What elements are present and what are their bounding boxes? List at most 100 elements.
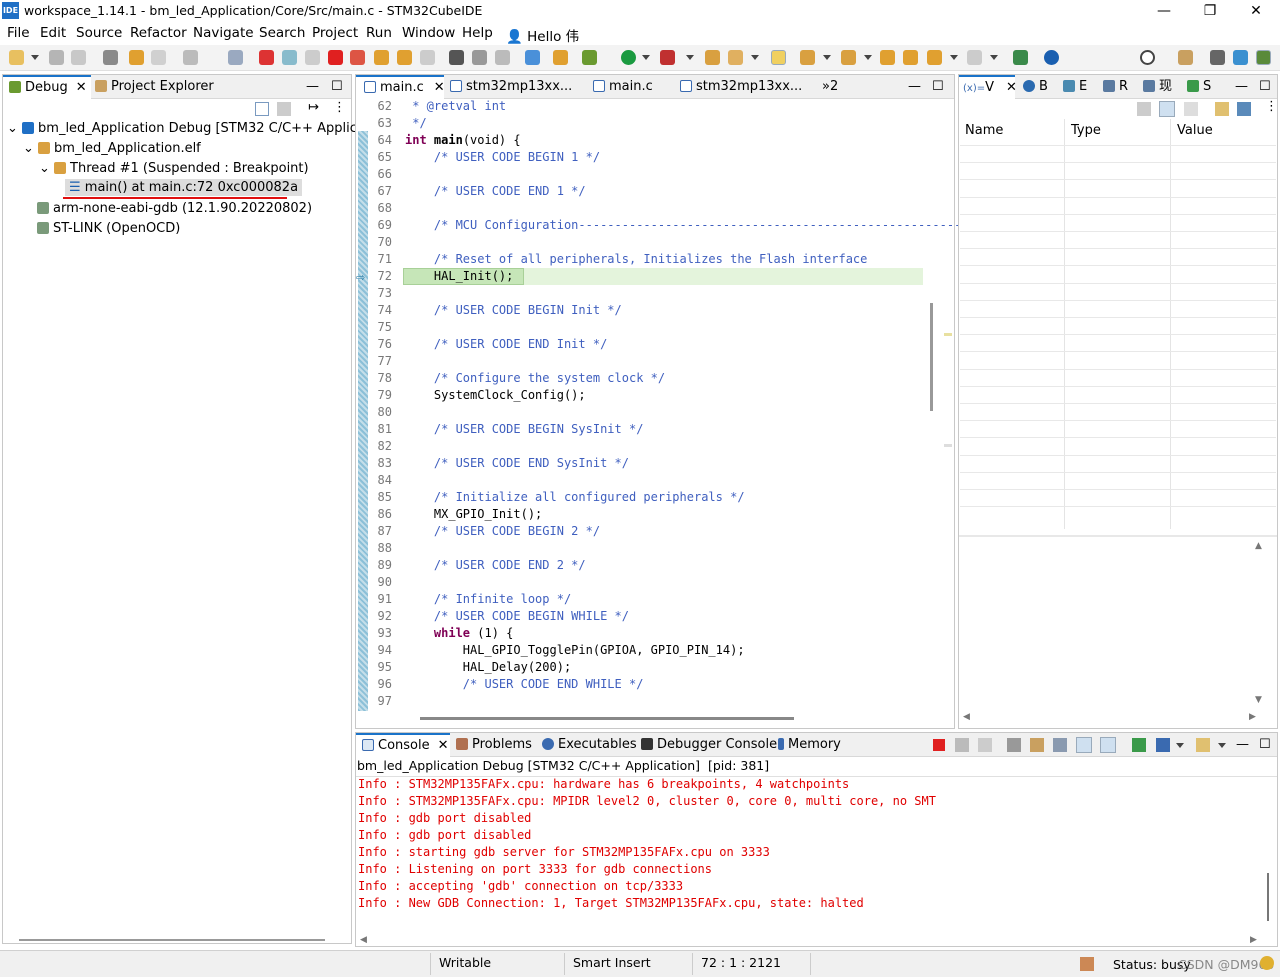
next-annotation-dropdown-icon[interactable]: [823, 55, 831, 60]
back-icon[interactable]: [927, 50, 942, 65]
clear-console-icon[interactable]: [1007, 738, 1021, 752]
search-icon[interactable]: [1140, 50, 1155, 65]
display-console-icon[interactable]: [1156, 738, 1170, 752]
skip-breakpoints-icon[interactable]: [228, 50, 243, 65]
reset-icon[interactable]: [183, 50, 198, 65]
code-line[interactable]: /* USER CODE END Init */: [405, 337, 607, 351]
code-line[interactable]: /* USER CODE END 1 */: [405, 184, 586, 198]
maximize-view-button[interactable]: ☐: [1259, 733, 1271, 757]
column-value[interactable]: Value: [1177, 123, 1213, 138]
menu-file[interactable]: File: [7, 25, 30, 41]
tab-main-c[interactable]: main.c ✕: [356, 75, 445, 99]
scroll-right-icon[interactable]: ▶: [1250, 935, 1257, 945]
save-icon[interactable]: [49, 50, 64, 65]
tab-variables[interactable]: (x)=V ✕: [959, 75, 1017, 99]
code-line[interactable]: */: [405, 116, 426, 130]
menu-run[interactable]: Run: [366, 25, 392, 41]
instruction-stepping-icon[interactable]: [449, 50, 464, 65]
terminate-icon[interactable]: [328, 50, 343, 65]
code-line[interactable]: HAL_Init();: [405, 269, 513, 283]
status-insert-mode[interactable]: Smart Insert: [573, 955, 651, 970]
collapse-all-icon[interactable]: [1184, 102, 1198, 116]
tab-expressions[interactable]: E: [1063, 75, 1087, 99]
minimize-view-button[interactable]: —: [1235, 75, 1248, 99]
scroll-down-icon[interactable]: ▼: [1255, 695, 1262, 705]
step-into-icon[interactable]: [374, 50, 389, 65]
open-perspective-icon[interactable]: [1013, 50, 1028, 65]
code-line[interactable]: /* USER CODE END SysInit */: [405, 456, 629, 470]
tree-item-elf[interactable]: ⌄ bm_led_Application.elf: [23, 141, 201, 156]
scroll-up-icon[interactable]: ▲: [1255, 541, 1262, 551]
open-console-icon[interactable]: [1196, 738, 1210, 752]
code-line[interactable]: /* USER CODE END 2 */: [405, 558, 586, 572]
status-activity-icon[interactable]: [1260, 956, 1274, 970]
code-line[interactable]: /* Configure the system clock */: [405, 371, 665, 385]
code-line[interactable]: /* USER CODE BEGIN 1 */: [405, 150, 600, 164]
tab-main-c-2[interactable]: main.c: [593, 75, 653, 99]
close-icon[interactable]: ✕: [1006, 80, 1017, 95]
tab-project-explorer[interactable]: Project Explorer: [95, 75, 214, 99]
user-menu[interactable]: 👤 Hello 伟: [506, 25, 579, 45]
minimize-button[interactable]: —: [1141, 0, 1187, 22]
tab-live-expressions[interactable]: 现: [1143, 75, 1172, 99]
cpp-perspective-icon[interactable]: [1210, 50, 1225, 65]
external-tools-icon[interactable]: [660, 50, 675, 65]
word-wrap-icon[interactable]: [1053, 738, 1067, 752]
resume-icon[interactable]: [282, 50, 297, 65]
scroll-right-icon[interactable]: ▶: [1249, 712, 1256, 722]
menu-project[interactable]: Project: [312, 25, 358, 41]
console-vertical-scrollbar[interactable]: [1267, 873, 1269, 921]
maximize-view-button[interactable]: ☐: [331, 75, 343, 99]
run-icon[interactable]: [621, 50, 636, 65]
info-icon[interactable]: [1044, 50, 1059, 65]
scroll-left-icon[interactable]: ◀: [963, 712, 970, 722]
code-line[interactable]: HAL_GPIO_TogglePin(GPIOA, GPIO_PIN_14);: [405, 643, 745, 657]
show-types-icon[interactable]: [1137, 102, 1151, 116]
save-all-icon[interactable]: [71, 50, 86, 65]
maximize-button[interactable]: ❐: [1187, 0, 1233, 22]
maximize-view-button[interactable]: ☐: [1259, 75, 1271, 99]
device-config-icon[interactable]: [553, 50, 568, 65]
code-line[interactable]: /* USER CODE BEGIN Init */: [405, 303, 622, 317]
search-tool-icon[interactable]: [728, 50, 743, 65]
horizontal-scrollbar[interactable]: [19, 939, 325, 941]
tab-overflow[interactable]: »2: [822, 75, 838, 99]
code-line[interactable]: int main(void) {: [405, 133, 521, 147]
code-line[interactable]: /* USER CODE BEGIN WHILE */: [405, 609, 629, 623]
show-on-output-icon[interactable]: [1076, 737, 1092, 753]
progress-icon[interactable]: [1080, 957, 1094, 971]
scroll-left-icon[interactable]: ◀: [360, 935, 367, 945]
editor-horizontal-scrollbar[interactable]: [420, 717, 794, 720]
tab-sfrs[interactable]: S: [1187, 75, 1211, 99]
external-tools-dropdown-icon[interactable]: [686, 55, 694, 60]
tab-executables[interactable]: Executables: [542, 733, 637, 757]
tree-item-launch[interactable]: ⌄ bm_led_Application Debug [STM32 C/C++ …: [7, 121, 381, 136]
remove-launch-icon[interactable]: [955, 738, 969, 752]
redo-icon[interactable]: [151, 50, 166, 65]
maximize-view-button[interactable]: ☐: [932, 75, 944, 99]
code-line[interactable]: /* Initialize all configured peripherals…: [405, 490, 745, 504]
code-line[interactable]: /* Infinite loop */: [405, 592, 571, 606]
step-over-icon[interactable]: [397, 50, 412, 65]
menu-refactor[interactable]: Refactor: [130, 25, 187, 41]
restart-icon[interactable]: [472, 50, 487, 65]
debug-perspective-icon[interactable]: [1256, 50, 1271, 65]
step-icon[interactable]: ↦: [308, 100, 319, 115]
menu-source[interactable]: Source: [76, 25, 122, 41]
tree-item-thread[interactable]: ⌄ Thread #1 (Suspended : Breakpoint): [39, 161, 309, 176]
collapse-all-icon[interactable]: [255, 102, 269, 116]
code-line[interactable]: /* USER CODE BEGIN 2 */: [405, 524, 600, 538]
status-cursor-position[interactable]: 72 : 1 : 2121: [701, 955, 781, 970]
tab-stm32mp13xx-1[interactable]: stm32mp13xx...: [450, 75, 572, 99]
display-console-dropdown-icon[interactable]: [1176, 743, 1184, 748]
prev-annotation-icon[interactable]: [841, 50, 856, 65]
forward-icon[interactable]: [967, 50, 982, 65]
search-dropdown-icon[interactable]: [751, 55, 759, 60]
last-edit-icon[interactable]: [880, 50, 895, 65]
close-icon[interactable]: ✕: [438, 738, 449, 753]
code-line[interactable]: * @retval int: [405, 99, 506, 113]
new-dropdown-icon[interactable]: [31, 55, 39, 60]
more-icon[interactable]: ⋮: [1265, 99, 1278, 114]
menu-search[interactable]: Search: [259, 25, 305, 41]
next-annotation-icon[interactable]: [800, 50, 815, 65]
